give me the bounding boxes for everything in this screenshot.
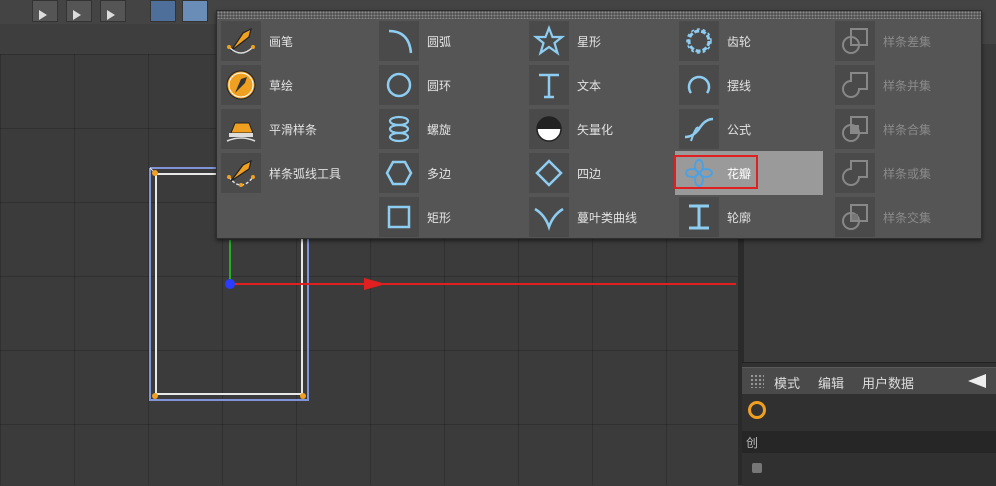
- menu-item-label: 螺旋: [427, 123, 452, 137]
- attribute-manager: 模式 编辑 用户数据 创: [742, 362, 996, 486]
- object-icon: [748, 401, 766, 419]
- menu-item-text[interactable]: 文本: [525, 63, 673, 107]
- menu-item-sketch[interactable]: 草绘: [217, 63, 365, 107]
- helix-icon: [379, 109, 419, 149]
- cissoid-icon: [529, 197, 569, 237]
- spline-point[interactable]: [152, 170, 158, 176]
- spline-point[interactable]: [152, 393, 158, 399]
- cogwheel-icon: [679, 21, 719, 61]
- star-icon: [529, 21, 569, 61]
- menu-item-star[interactable]: 星形: [525, 19, 673, 63]
- formula-icon: [679, 109, 719, 149]
- spline-union-icon: [835, 65, 875, 105]
- menu-item-label: 样条或集: [883, 167, 932, 181]
- origin-icon[interactable]: [225, 279, 235, 289]
- smooth-spline-icon: [221, 109, 261, 149]
- highlight-box: [674, 155, 758, 189]
- menu-item-label: 样条弧线工具: [269, 167, 342, 181]
- menu-item-arc[interactable]: 圆弧: [375, 19, 523, 63]
- spline-and-icon: [835, 109, 875, 149]
- menu-item-label: 样条合集: [883, 123, 932, 137]
- menu-item-label: 公式: [727, 123, 752, 137]
- rectangle-icon: [379, 197, 419, 237]
- menu-item-spline-union: 样条并集: [831, 63, 979, 107]
- sketch-icon: [221, 65, 261, 105]
- checkbox[interactable]: [752, 463, 762, 473]
- menu-column-primitives-c: 齿轮 摆线 公式 花瓣 轮廓: [675, 19, 823, 239]
- menu-item-label: 摆线: [727, 79, 752, 93]
- spline-popup-menu: 画笔 草绘 平滑样条 样条弧线工具 圆弧 圆环 螺旋 多边 矩形 星形 文本 矢…: [216, 10, 982, 239]
- grip-icon[interactable]: [750, 374, 764, 388]
- menu-item-label: 文本: [577, 79, 602, 93]
- menu-item-smooth-spline[interactable]: 平滑样条: [217, 107, 365, 151]
- menu-item-label: 样条差集: [883, 35, 932, 49]
- menu-column-tools: 画笔 草绘 平滑样条 样条弧线工具: [217, 19, 365, 239]
- menu-item-label: 四边: [577, 167, 602, 181]
- spline-or-icon: [835, 153, 875, 193]
- 4-side-icon: [529, 153, 569, 193]
- menu-item-label: 平滑样条: [269, 123, 318, 137]
- menu-user-data[interactable]: 用户数据: [862, 373, 914, 392]
- menu-item-label: 画笔: [269, 35, 294, 49]
- menu-item-label: 矩形: [427, 211, 452, 225]
- spline-intersect-icon: [835, 197, 875, 237]
- attribute-tab-row: [742, 431, 996, 453]
- menu-item-spline-and: 样条合集: [831, 107, 979, 151]
- menu-item-cissoid[interactable]: 蔓叶类曲线: [525, 195, 673, 239]
- circle-icon: [379, 65, 419, 105]
- menu-item-circle[interactable]: 圆环: [375, 63, 523, 107]
- menu-item-spline-arc-tool[interactable]: 样条弧线工具: [217, 151, 365, 195]
- vectorizer-icon: [529, 109, 569, 149]
- menu-mode[interactable]: 模式: [774, 373, 800, 392]
- tab-create[interactable]: 创: [746, 434, 758, 451]
- menu-column-boolean: 样条差集 样条并集 样条合集 样条或集 样条交集: [831, 19, 979, 239]
- menu-item-label: 圆环: [427, 79, 452, 93]
- menu-item-label: 轮廓: [727, 211, 752, 225]
- menu-column-primitives-a: 圆弧 圆环 螺旋 多边 矩形: [375, 19, 523, 239]
- menu-item-spline-subtract: 样条差集: [831, 19, 979, 63]
- arc-icon: [379, 21, 419, 61]
- menu-item-spline-or: 样条或集: [831, 151, 979, 195]
- polygon-icon: [379, 153, 419, 193]
- menu-item-label: 齿轮: [727, 35, 752, 49]
- menu-item-label: 样条交集: [883, 211, 932, 225]
- menu-item-spline-intersect: 样条交集: [831, 195, 979, 239]
- menu-edit[interactable]: 编辑: [818, 373, 844, 392]
- menu-item-label: 样条并集: [883, 79, 932, 93]
- menu-item-label: 草绘: [269, 79, 294, 93]
- menu-item-label: 多边: [427, 167, 452, 181]
- spline-subtract-icon: [835, 21, 875, 61]
- back-arrow-icon[interactable]: [968, 374, 986, 388]
- pen-tool-icon: [221, 21, 261, 61]
- menu-item-cycloid[interactable]: 摆线: [675, 63, 823, 107]
- attribute-menu-bar: 模式 编辑 用户数据: [742, 367, 996, 394]
- cycloid-icon: [679, 65, 719, 105]
- menu-item-label: 蔓叶类曲线: [577, 211, 638, 225]
- x-axis-arrow-icon[interactable]: [364, 278, 386, 290]
- menu-item-rectangle[interactable]: 矩形: [375, 195, 523, 239]
- menu-item-pen[interactable]: 画笔: [217, 19, 365, 63]
- profile-icon: [679, 197, 719, 237]
- menu-item-vectorizer[interactable]: 矢量化: [525, 107, 673, 151]
- menu-column-primitives-b: 星形 文本 矢量化 四边 蔓叶类曲线: [525, 19, 673, 239]
- menu-item-label: 圆弧: [427, 35, 452, 49]
- menu-item-label: 星形: [577, 35, 602, 49]
- spline-point[interactable]: [300, 393, 306, 399]
- menu-item-formula[interactable]: 公式: [675, 107, 823, 151]
- menu-item-label: 矢量化: [577, 123, 614, 137]
- object-manager-panel: [744, 240, 996, 362]
- text-icon: [529, 65, 569, 105]
- menu-item-profile[interactable]: 轮廓: [675, 195, 823, 239]
- menu-item-polygon[interactable]: 多边: [375, 151, 523, 195]
- menu-item-4-side[interactable]: 四边: [525, 151, 673, 195]
- menu-item-helix[interactable]: 螺旋: [375, 107, 523, 151]
- menu-drag-handle[interactable]: [217, 11, 981, 19]
- spline-arc-tool-icon: [221, 153, 261, 193]
- menu-item-cogwheel[interactable]: 齿轮: [675, 19, 823, 63]
